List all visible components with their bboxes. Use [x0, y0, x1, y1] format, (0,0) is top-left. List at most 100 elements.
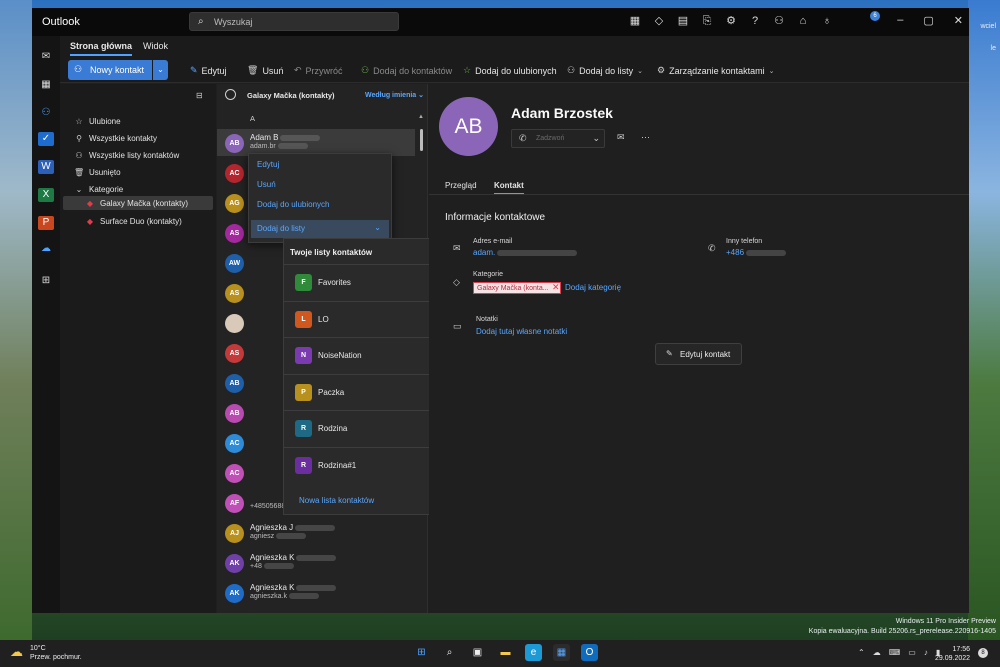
manage-contacts-button[interactable]: ⚙ Zarządzanie kontaktami ⌄: [657, 65, 775, 76]
contact-sub-text: adam.br: [250, 143, 276, 150]
maximize-icon[interactable]: ▢: [923, 14, 933, 27]
scrollbar-thumb[interactable]: [420, 129, 423, 151]
phone-icon: ✆: [519, 133, 527, 143]
powerpoint-icon[interactable]: P: [38, 216, 54, 230]
search-icon[interactable]: ⌕: [441, 644, 458, 661]
edit-button[interactable]: ✎ Edytuj: [190, 65, 227, 76]
contact-name-text: Agnieszka K: [250, 553, 295, 562]
clock[interactable]: 17:56 29.09.2022: [935, 645, 970, 663]
email-text: adam.: [473, 248, 496, 257]
calendar-icon[interactable]: ▦: [38, 78, 54, 92]
folder-categories[interactable]: ⌄ Kategorie: [74, 182, 124, 196]
minimize-icon[interactable]: –: [897, 14, 903, 27]
mail-icon[interactable]: ✉: [38, 50, 54, 64]
people-icon[interactable]: ⚇: [773, 14, 785, 28]
category-galaxy[interactable]: ◆ Galaxy Mačka (kontakty): [63, 196, 213, 210]
list-badge: F: [295, 274, 312, 291]
sort-dropdown[interactable]: Według imienia ⌄: [365, 91, 424, 99]
tips-bulb-icon[interactable]: ♁: [821, 14, 833, 28]
weather-cloud-icon[interactable]: ☁: [10, 644, 23, 660]
new-contact-button[interactable]: ⚇ Nowy kontakt: [68, 60, 152, 80]
notes-link[interactable]: Dodaj tutaj własne notatki: [476, 327, 567, 336]
call-dropdown[interactable]: ✆ Zadzwoń ⌄: [511, 129, 605, 148]
outlook-icon[interactable]: O: [581, 644, 598, 661]
tab-view[interactable]: Widok: [143, 41, 168, 51]
add-to-list-button[interactable]: ⚇ Dodaj do listy ⌄: [567, 65, 643, 76]
call-label: Zadzwoń: [536, 135, 565, 142]
add-category-link[interactable]: Dodaj kategorię: [565, 283, 621, 292]
more-options-icon[interactable]: ⋯: [641, 132, 650, 143]
new-contact-dropdown[interactable]: ⌄: [153, 60, 168, 80]
notification-count[interactable]: 8: [978, 648, 988, 658]
redacted-blur: [288, 593, 319, 600]
excel-icon[interactable]: X: [38, 188, 54, 202]
contact-detail-pane: AB Adam Brzostek ✆ Zadzwoń ⌄ ✉ ⋯ Przeglą…: [429, 84, 969, 613]
speaker-icon[interactable]: ♪: [924, 648, 928, 657]
section-letter: A: [250, 114, 256, 123]
premium-diamond-icon[interactable]: ◇: [653, 14, 665, 28]
start-windows-icon[interactable]: ⊞: [413, 644, 430, 661]
chevron-up-icon[interactable]: ⌃: [858, 648, 865, 657]
settings-gear-icon[interactable]: ⚙: [725, 14, 737, 28]
email-value[interactable]: adam.: [473, 248, 578, 257]
contact-avatar: AK: [225, 554, 244, 573]
phone-value[interactable]: +486: [726, 248, 787, 257]
contact-row[interactable]: AJ Agnieszka Jagniesz: [217, 519, 415, 546]
weather-widget[interactable]: 10°C Przew. pochmur.: [30, 644, 82, 662]
help-icon[interactable]: ?: [749, 14, 761, 28]
collapse-pane-icon[interactable]: ⊟: [196, 91, 203, 100]
more-apps-icon[interactable]: ⊞: [38, 274, 54, 288]
folder-favorites[interactable]: ☆ Ulubione: [74, 114, 120, 128]
scroll-up-arrow[interactable]: ▲: [418, 114, 424, 120]
file-explorer-icon[interactable]: ▬: [497, 644, 514, 661]
menu-delete[interactable]: Usuń: [257, 180, 276, 189]
category-label: Kategorie: [473, 271, 503, 278]
category-surface-duo[interactable]: ◆ Surface Duo (kontakty): [85, 214, 182, 228]
keyboard-icon[interactable]: ⌨: [889, 648, 901, 657]
todo-icon[interactable]: ✓: [38, 132, 54, 146]
word-icon[interactable]: W: [38, 160, 54, 174]
word-doc-icon[interactable]: ▤: [677, 14, 689, 28]
add-to-favorites-button[interactable]: ☆ Dodaj do ulubionych: [463, 65, 557, 76]
edit-contact-button[interactable]: ✎ Edytuj kontakt: [655, 343, 742, 365]
category-chip[interactable]: Galaxy Mačka (konta...: [473, 282, 561, 294]
tab-contact[interactable]: Kontakt: [494, 181, 524, 195]
new-contact-list-link[interactable]: Nowa lista kontaktów: [299, 496, 374, 505]
contact-row[interactable]: AB Adam Badam.br: [217, 129, 415, 156]
contact-subtitle: agnieszka.k: [250, 593, 319, 600]
chevron-down-icon: ⌄: [592, 133, 600, 143]
tab-home[interactable]: Strona główna: [70, 41, 133, 56]
onedrive-icon[interactable]: ☁: [38, 242, 54, 256]
restore-button[interactable]: ↶ Przywróć: [294, 65, 343, 76]
manage-contacts-label: Zarządzanie kontaktami: [669, 65, 765, 76]
search-box[interactable]: ⌕ Wyszukaj: [189, 12, 399, 31]
folder-all-lists[interactable]: ⚇ Wszystkie listy kontaktów: [74, 148, 179, 162]
menu-add-to-list[interactable]: Dodaj do listy ⌄: [251, 220, 389, 238]
add-to-contacts-button[interactable]: ⚇ Dodaj do kontaktów: [361, 65, 452, 76]
contact-row[interactable]: AK Agnieszka K +48: [217, 549, 415, 576]
people-nav-icon[interactable]: ⚇: [38, 106, 54, 120]
mail-icon[interactable]: ✉: [617, 132, 625, 143]
display-icon[interactable]: ▭: [908, 648, 916, 657]
apps-grid-icon[interactable]: ▦: [629, 14, 641, 28]
close-icon[interactable]: ✕: [954, 14, 963, 27]
outlook-window: Outlook ⌕ Wyszukaj ▦ ◇ ▤ ⎘ ⚙ ? ⚇ ⌂ ♁ 6 –…: [32, 8, 969, 613]
folder-deleted[interactable]: 🗑 Usunięto: [74, 165, 121, 179]
list-name: Rodzina#1: [318, 461, 357, 470]
edge-browser-icon[interactable]: e: [525, 644, 542, 661]
select-all-radio[interactable]: [225, 89, 236, 100]
remove-category-icon[interactable]: ✕: [552, 282, 560, 293]
feedback-icon[interactable]: ⎘: [701, 14, 713, 28]
chat-icon[interactable]: ⌂: [797, 14, 809, 28]
cloud-icon[interactable]: ☁: [873, 648, 881, 657]
delete-button[interactable]: 🗑 Usuń: [247, 65, 283, 76]
list-people-icon: ⚇: [567, 65, 576, 75]
tab-overview[interactable]: Przegląd: [445, 181, 477, 190]
store-icon[interactable]: ▦: [553, 644, 570, 661]
contact-row[interactable]: AK Agnieszka Kagnieszka.k: [217, 579, 415, 606]
folder-all-contacts[interactable]: ⚲ Wszystkie kontakty: [74, 131, 157, 145]
menu-add-favorites[interactable]: Dodaj do ulubionych: [257, 200, 330, 209]
contact-avatar: AJ: [225, 524, 244, 543]
task-view-icon[interactable]: ▣: [469, 644, 486, 661]
menu-edit[interactable]: Edytuj: [257, 160, 279, 169]
